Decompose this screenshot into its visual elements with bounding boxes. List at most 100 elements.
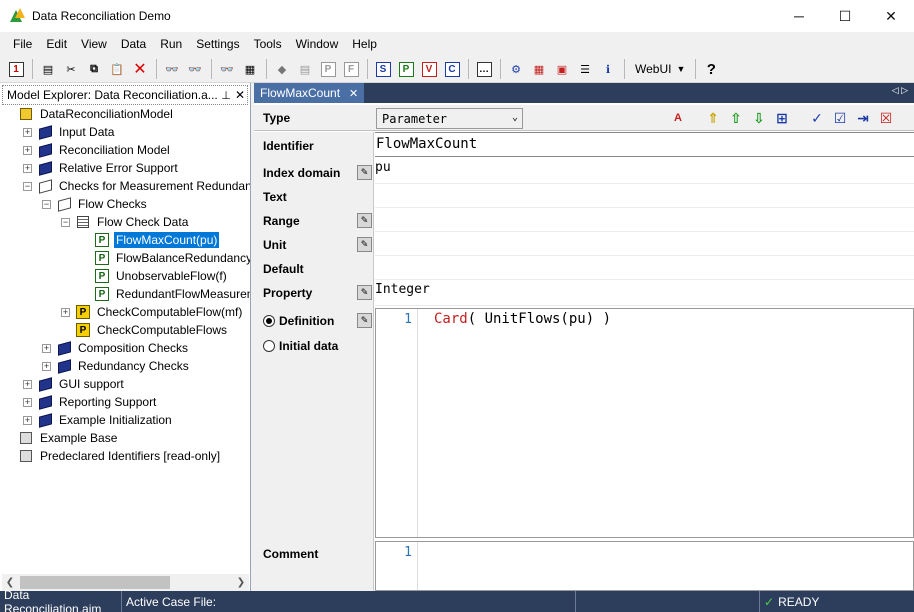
definition-wizard-icon[interactable]: ✎: [357, 313, 372, 328]
parameter-disabled-icon[interactable]: P: [317, 58, 339, 80]
type-select[interactable]: Parameter ⌄: [376, 108, 523, 129]
paste-icon[interactable]: 📋: [106, 58, 128, 80]
menu-run[interactable]: Run: [153, 33, 189, 55]
discard-icon[interactable]: ☒: [876, 108, 896, 128]
menu-file[interactable]: File: [6, 33, 39, 55]
tree-item[interactable]: P CheckComputableFlows: [61, 321, 229, 339]
tree-item[interactable]: + Composition Checks: [42, 339, 190, 357]
menu-builder-icon[interactable]: ☰: [574, 58, 596, 80]
book-toolbar-icon[interactable]: ◆: [271, 58, 293, 80]
tree-item[interactable]: Predeclared Identifiers [read-only]: [4, 447, 222, 465]
property-field[interactable]: Integer: [375, 282, 914, 306]
tree-item[interactable]: DataReconciliationModel: [4, 105, 175, 123]
scroll-left-icon[interactable]: ❮: [2, 577, 18, 588]
radio-selected-icon[interactable]: [263, 315, 275, 327]
properties-icon[interactable]: ▦: [239, 58, 261, 80]
data-page-icon[interactable]: ▦: [528, 58, 550, 80]
tree-item[interactable]: + Input Data: [23, 123, 116, 141]
tab-navigation-icon[interactable]: ◁ ▷: [892, 85, 908, 96]
minimize-button[interactable]: ─: [776, 0, 822, 32]
expand-icon[interactable]: +: [42, 361, 51, 371]
tree-item[interactable]: P UnobservableFlow(f): [80, 267, 229, 285]
close-icon[interactable]: ✕: [233, 88, 247, 102]
menu-edit[interactable]: Edit: [39, 33, 74, 55]
help-icon[interactable]: ?: [700, 58, 722, 80]
find-icon[interactable]: 👓: [161, 58, 183, 80]
identifier-field[interactable]: FlowMaxCount: [375, 132, 914, 157]
tree-item[interactable]: P RedundantFlowMeasurem: [80, 285, 250, 303]
pin-icon[interactable]: ⊥: [219, 89, 233, 102]
text-field[interactable]: [375, 184, 914, 208]
page-manager-icon[interactable]: ▣: [551, 58, 573, 80]
tree-item[interactable]: P FlowMaxCount(pu): [80, 231, 220, 249]
expand-icon[interactable]: +: [42, 343, 51, 353]
radio-unselected-icon[interactable]: [263, 340, 275, 352]
constraint-icon[interactable]: C: [441, 58, 463, 80]
definition-editor[interactable]: 1 Card( UnitFlows(pu) ): [375, 308, 914, 538]
attribute-wizard-icon[interactable]: A: [668, 108, 688, 128]
tab-flowmaxcount[interactable]: FlowMaxCount ✕: [254, 83, 365, 103]
move-up-level-icon[interactable]: ⇑: [703, 108, 723, 128]
initial-data-radio[interactable]: Initial data: [263, 339, 338, 353]
range-field[interactable]: [375, 208, 914, 232]
scroll-right-icon[interactable]: ❯: [233, 577, 249, 588]
delete-icon[interactable]: ✕: [129, 58, 151, 80]
solver-icon[interactable]: ⚙: [505, 58, 527, 80]
index-domain-wizard-icon[interactable]: ✎: [357, 165, 372, 180]
function-disabled-icon[interactable]: F: [340, 58, 362, 80]
default-field[interactable]: [375, 256, 914, 280]
tree-item[interactable]: + Redundancy Checks: [42, 357, 191, 375]
tree-item[interactable]: Example Base: [4, 429, 119, 447]
tab-close-icon[interactable]: ✕: [349, 87, 358, 100]
tree-item[interactable]: − Flow Check Data: [61, 213, 190, 231]
variable-icon[interactable]: V: [418, 58, 440, 80]
move-down-icon[interactable]: ⇩: [749, 108, 769, 128]
calendar-icon[interactable]: 1: [5, 58, 27, 80]
expand-icon[interactable]: +: [23, 163, 32, 173]
info-icon[interactable]: ℹ: [597, 58, 619, 80]
set-icon[interactable]: S: [372, 58, 394, 80]
tree-item[interactable]: P FlowBalanceRedundancy: [80, 249, 250, 267]
tree-item[interactable]: + Reporting Support: [23, 393, 158, 411]
collapse-icon[interactable]: −: [61, 217, 70, 227]
tree-item[interactable]: + GUI support: [23, 375, 126, 393]
expand-icon[interactable]: +: [23, 397, 32, 407]
unit-field[interactable]: [375, 232, 914, 256]
expand-icon[interactable]: +: [23, 379, 32, 389]
comment-editor[interactable]: 1: [375, 541, 914, 591]
copy-icon[interactable]: ⧉: [83, 58, 105, 80]
tree-structure-icon[interactable]: ⊞: [772, 108, 792, 128]
checkmark-icon[interactable]: ✓: [807, 108, 827, 128]
expand-icon[interactable]: +: [23, 415, 32, 425]
collapse-icon[interactable]: −: [42, 199, 51, 209]
collapse-icon[interactable]: −: [23, 181, 32, 191]
commit-icon[interactable]: ⇥: [853, 108, 873, 128]
cut-icon[interactable]: ✂: [60, 58, 82, 80]
declaration-toolbar-icon[interactable]: ▤: [294, 58, 316, 80]
unit-wizard-icon[interactable]: ✎: [357, 237, 372, 252]
tree-item[interactable]: − Checks for Measurement Redundanc: [23, 177, 250, 195]
expand-icon[interactable]: +: [61, 307, 70, 317]
maximize-button[interactable]: ☐: [822, 0, 868, 32]
menu-data[interactable]: Data: [114, 33, 153, 55]
menu-settings[interactable]: Settings: [189, 33, 246, 55]
move-up-icon[interactable]: ⇧: [726, 108, 746, 128]
check-and-next-icon[interactable]: ☑: [830, 108, 850, 128]
range-wizard-icon[interactable]: ✎: [357, 213, 372, 228]
menu-view[interactable]: View: [74, 33, 114, 55]
tree-item[interactable]: + Reconciliation Model: [23, 141, 172, 159]
tree-item[interactable]: + P CheckComputableFlow(mf): [61, 303, 244, 321]
close-button[interactable]: ✕: [868, 0, 914, 32]
more-icon[interactable]: …: [473, 58, 495, 80]
webui-dropdown[interactable]: WebUI ▼: [629, 58, 691, 80]
stack-icon[interactable]: ▤: [37, 58, 59, 80]
menu-tools[interactable]: Tools: [247, 33, 289, 55]
expand-icon[interactable]: +: [23, 145, 32, 155]
tree-item[interactable]: − Flow Checks: [42, 195, 149, 213]
tree-item[interactable]: + Relative Error Support: [23, 159, 180, 177]
property-wizard-icon[interactable]: ✎: [357, 285, 372, 300]
find-next-icon[interactable]: 👓: [184, 58, 206, 80]
expand-icon[interactable]: +: [23, 127, 32, 137]
menu-help[interactable]: Help: [345, 33, 384, 55]
definition-radio[interactable]: Definition: [263, 314, 334, 328]
